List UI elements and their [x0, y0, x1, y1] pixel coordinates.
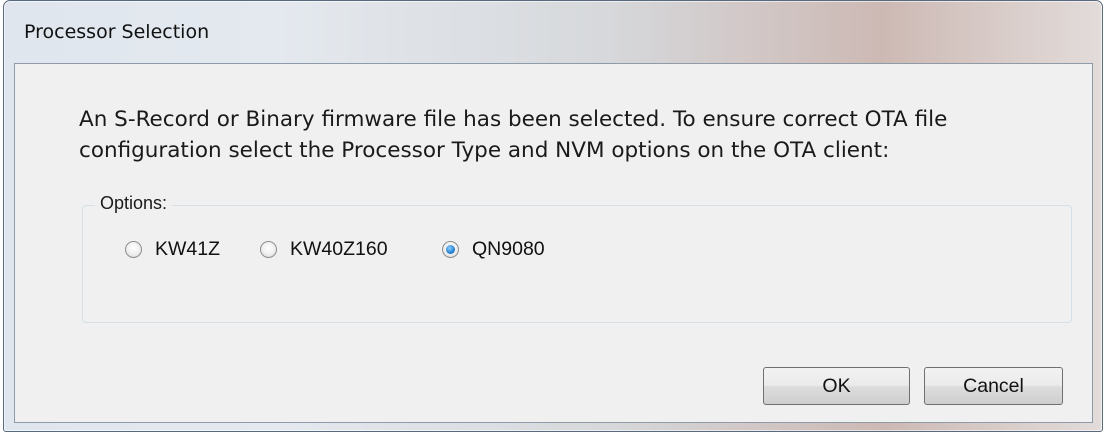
dialog-body: An S-Record or Binary firmware file has …: [14, 63, 1093, 423]
radio-kw40z160-button[interactable]: [260, 240, 277, 258]
radio-qn9080-label[interactable]: QN9080: [472, 238, 545, 261]
radio-kw41z-button[interactable]: [125, 240, 142, 258]
info-message: An S-Record or Binary firmware file has …: [79, 104, 1059, 166]
options-group-label: Options:: [95, 193, 173, 214]
window-title: Processor Selection: [24, 21, 210, 43]
info-message-line-1: An S-Record or Binary firmware file has …: [79, 107, 948, 132]
cancel-button[interactable]: Cancel: [924, 367, 1063, 405]
dialog-window: Processor Selection An S-Record or Binar…: [3, 0, 1103, 432]
info-message-line-2: configuration select the Processor Type …: [79, 138, 890, 163]
radio-qn9080-button[interactable]: [442, 240, 459, 258]
radio-kw40z160-label[interactable]: KW40Z160: [290, 238, 388, 261]
radio-kw41z[interactable]: KW41Z: [125, 237, 220, 261]
radio-kw40z160[interactable]: KW40Z160: [260, 237, 388, 261]
options-groupbox: [82, 205, 1072, 323]
ok-button[interactable]: OK: [763, 367, 910, 405]
radio-qn9080[interactable]: QN9080: [442, 237, 545, 261]
radio-kw41z-label[interactable]: KW41Z: [155, 238, 220, 261]
title-bar[interactable]: Processor Selection: [4, 1, 1102, 63]
